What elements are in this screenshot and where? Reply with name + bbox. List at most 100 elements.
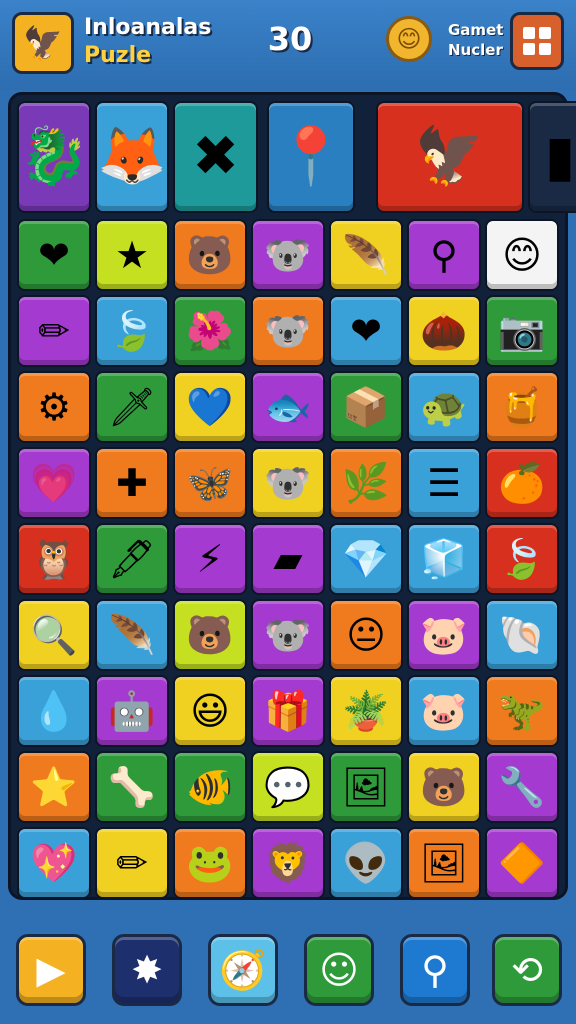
bone-icon: 🦴 — [108, 765, 156, 809]
board-tile[interactable]: 👽 — [329, 827, 403, 899]
board-tile[interactable]: ❤ — [17, 219, 91, 291]
board-tile[interactable]: ✚ — [95, 447, 169, 519]
board-tile[interactable]: 🐨 — [251, 295, 325, 367]
board-tile[interactable]: 🔍 — [17, 599, 91, 671]
board-tile[interactable]: 📷 — [485, 295, 559, 367]
board-tile[interactable]: ⚡ — [173, 523, 247, 595]
board-tile[interactable]: 🐷 — [407, 599, 481, 671]
board-tile[interactable]: 🤖 — [95, 675, 169, 747]
board-tile[interactable]: ⭐ — [17, 751, 91, 823]
play-button[interactable]: ▶ — [16, 934, 86, 1006]
board-tile[interactable]: 😐 — [329, 599, 403, 671]
window-icon: ☰ — [426, 461, 462, 505]
board-tile[interactable]: 🦉 — [17, 523, 91, 595]
board-tile[interactable]: 🐻 — [173, 599, 247, 671]
board-tile[interactable]: 🍯 — [485, 371, 559, 443]
camera-icon: 📷 — [498, 309, 546, 353]
board-tile[interactable]: ⚲ — [407, 219, 481, 291]
board-tile[interactable]: 🐠 — [173, 751, 247, 823]
drop-icon: 💧 — [30, 689, 78, 733]
board-tile[interactable]: ✏ — [95, 827, 169, 899]
board-tile[interactable]: 🎁 — [251, 675, 325, 747]
board-tile[interactable]: 💬 — [251, 751, 325, 823]
cylinder-tile[interactable]: ▮ — [527, 101, 576, 213]
frog-icon: 🐸 — [186, 841, 234, 885]
menu-button[interactable] — [510, 12, 564, 70]
gear-icon: ⚙ — [36, 385, 72, 429]
board-tile[interactable]: 🐚 — [485, 599, 559, 671]
title-line-1: Inloanalas — [84, 15, 212, 40]
board-tile[interactable]: 💗 — [17, 447, 91, 519]
game-label: Gamet Nucler — [448, 20, 503, 60]
board-tile[interactable]: 🐸 — [173, 827, 247, 899]
board-tile[interactable]: 📦 — [329, 371, 403, 443]
board-tile[interactable]: 🍃 — [485, 523, 559, 595]
eagle-tile[interactable]: 🦅 — [375, 101, 524, 213]
board-tile[interactable]: 🗡 — [95, 371, 169, 443]
pin-tile[interactable]: 📍 — [266, 101, 356, 213]
board-tile[interactable]: 🐨 — [251, 447, 325, 519]
board-tile[interactable]: 😃 — [173, 675, 247, 747]
sword-icon: 🗡 — [107, 385, 157, 429]
heart-icon: ❤ — [38, 233, 70, 277]
board-tile[interactable]: 🧊 — [407, 523, 481, 595]
board-tile[interactable]: 🌰 — [407, 295, 481, 367]
board-tile[interactable]: ☰ — [407, 447, 481, 519]
board-tile[interactable]: ▰ — [251, 523, 325, 595]
board-tile[interactable]: 🐟 — [251, 371, 325, 443]
pencil-icon: ✏ — [38, 309, 70, 353]
key-icon: ⚲ — [430, 233, 458, 277]
compass-icon: 🧭 — [219, 948, 267, 992]
compass-button[interactable]: 🧭 — [208, 934, 278, 1006]
board-tile[interactable]: 🦴 — [95, 751, 169, 823]
flower-icon: 🌺 — [186, 309, 234, 353]
board-tile[interactable]: 🐷 — [407, 675, 481, 747]
hint-button[interactable]: ⚲ — [400, 934, 470, 1006]
shuffle-button[interactable]: ⟲ — [492, 934, 562, 1006]
coin-face-icon[interactable]: 😊 — [386, 16, 432, 62]
board-tile[interactable]: 💎 — [329, 523, 403, 595]
frame-icon: 🖼 — [419, 841, 469, 885]
magnifier-icon: ⚲ — [421, 948, 449, 992]
board-tile[interactable]: 🍊 — [485, 447, 559, 519]
board-tile[interactable]: 🌿 — [329, 447, 403, 519]
board-tile[interactable]: 🦋 — [173, 447, 247, 519]
board-tile[interactable]: 💧 — [17, 675, 91, 747]
seahorse-tile[interactable]: 🐉 — [17, 101, 91, 213]
title-line-2: Puzle — [84, 43, 152, 68]
board-tile[interactable]: 🌺 — [173, 295, 247, 367]
board-tile[interactable]: 🐨 — [251, 219, 325, 291]
fox-tile[interactable]: 🦊 — [95, 101, 169, 213]
board-tile[interactable]: 🖼 — [329, 751, 403, 823]
board-tile[interactable]: ❤ — [329, 295, 403, 367]
board-tile[interactable]: 🔧 — [485, 751, 559, 823]
star-button[interactable]: ✸ — [112, 934, 182, 1006]
board-tile[interactable]: 🪴 — [329, 675, 403, 747]
board-tile[interactable]: 🖼 — [407, 827, 481, 899]
gray-bear-icon: 🐨 — [264, 613, 312, 657]
star-x-tile[interactable]: ✖ — [173, 101, 259, 213]
board-tile[interactable]: 🖋 — [95, 523, 169, 595]
board-tile[interactable]: 💙 — [173, 371, 247, 443]
board-tile[interactable]: 💖 — [17, 827, 91, 899]
board-tile[interactable]: ⚙ — [17, 371, 91, 443]
board-tile[interactable]: 🦁 — [251, 827, 325, 899]
board-tile[interactable]: 🐢 — [407, 371, 481, 443]
eagle-emblem-icon: 🦅 — [23, 24, 63, 62]
play-icon: ▶ — [36, 948, 66, 992]
board-tile[interactable]: 🪶 — [329, 219, 403, 291]
owl-face-icon: 🦉 — [30, 537, 78, 581]
board-tile[interactable]: 😊 — [485, 219, 559, 291]
board-tile[interactable]: 🔶 — [485, 827, 559, 899]
board-tile[interactable]: 🐻 — [407, 751, 481, 823]
board-tile[interactable]: ✏ — [17, 295, 91, 367]
board-tile[interactable]: ★ — [95, 219, 169, 291]
gift-face-icon: 🎁 — [264, 689, 312, 733]
board-tile[interactable]: 🐻 — [173, 219, 247, 291]
face-button[interactable]: ☺ — [304, 934, 374, 1006]
fox-icon: 🦊 — [97, 124, 167, 189]
board-tile[interactable]: 🐨 — [251, 599, 325, 671]
board-tile[interactable]: 🪶 — [95, 599, 169, 671]
board-tile[interactable]: 🍃 — [95, 295, 169, 367]
board-tile[interactable]: 🦖 — [485, 675, 559, 747]
